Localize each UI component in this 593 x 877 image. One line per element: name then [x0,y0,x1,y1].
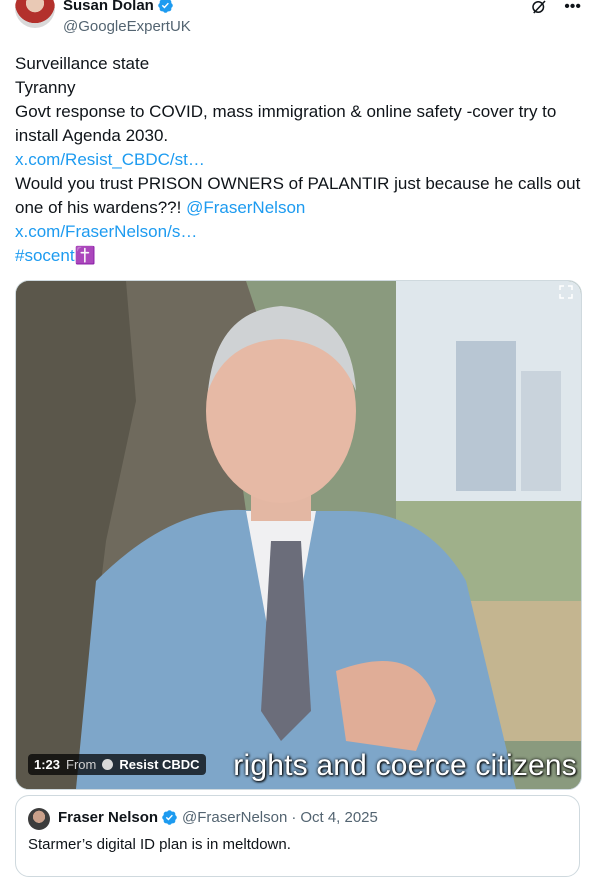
quote-separator: · [291,809,297,826]
source-avatar-icon [102,759,114,770]
tweet-line: install Agenda 2030. [15,126,169,145]
more-icon[interactable]: ••• [564,0,581,16]
quoted-tweet[interactable]: Fraser Nelson @FraserNelson · Oct 4, 202… [15,795,580,877]
quote-author-handle[interactable]: @FraserNelson [182,809,287,826]
tweet-line: Would you trust PRISON OWNERS of PALANTI… [15,174,581,193]
quote-date[interactable]: Oct 4, 2025 [300,809,378,826]
quote-avatar[interactable] [28,808,50,830]
quote-header: Fraser Nelson @FraserNelson · Oct 4, 202… [58,809,378,826]
author-name[interactable]: Susan Dolan [63,0,154,14]
video-badge: 1:23 From Resist CBDC [28,754,206,775]
tweet-link-1[interactable]: x.com/Resist_CBDC/st… [15,150,205,169]
quote-text: Starmer’s digital ID plan is in meltdown… [28,836,291,853]
tweet-avatar[interactable] [15,0,55,28]
video-player[interactable]: rights and coerce citizens 1:23 From Res… [15,280,582,790]
tweet-link-2[interactable]: x.com/FraserNelson/s… [15,222,197,241]
author-name-row: Susan Dolan [63,0,174,14]
cross-emoji-icon: ✝️ [74,246,96,265]
quote-author-name[interactable]: Fraser Nelson [58,809,158,826]
grok-icon[interactable] [530,0,548,16]
author-handle[interactable]: @GoogleExpertUK [63,18,191,35]
tweet-line: Tyranny [15,78,76,97]
tweet-line: Govt response to COVID, mass immigration… [15,102,557,121]
video-frame [16,281,581,789]
video-source[interactable]: Resist CBDC [119,757,199,772]
video-duration: 1:23 [34,757,61,772]
tweet-line: Surveillance state [15,54,150,73]
mention-link[interactable]: @FraserNelson [186,198,305,217]
hashtag-link[interactable]: #socent [15,246,75,265]
expand-icon[interactable] [559,285,573,299]
verified-badge-icon [162,810,177,825]
tweet-line: one of his wardens??! [15,198,187,217]
tweet-actions: ••• [530,0,581,16]
tweet-body: Surveillance state Tyranny Govt response… [15,52,585,268]
video-from-label: From [66,757,97,772]
verified-badge-icon [158,0,173,13]
